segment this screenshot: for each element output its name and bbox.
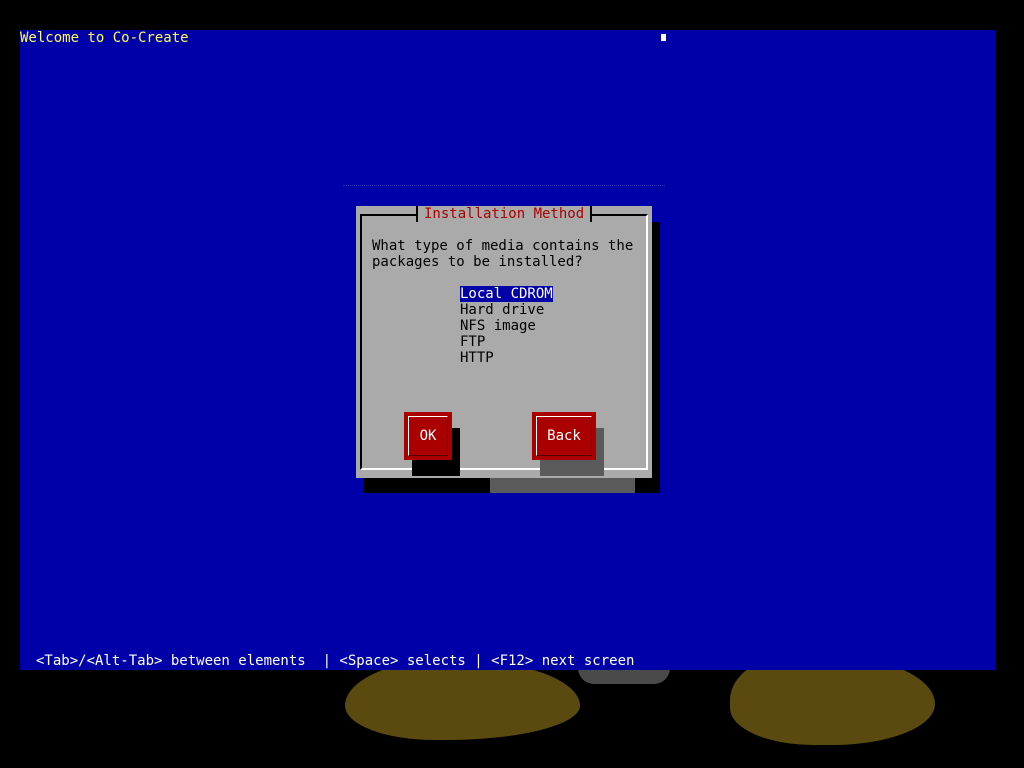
ok-button-label: OK	[419, 428, 437, 444]
method-item-ftp[interactable]: FTP	[460, 334, 580, 350]
method-list[interactable]: Local CDROM Hard drive NFS image FTP HTT…	[460, 286, 580, 366]
ok-button-face: OK	[408, 416, 448, 456]
ok-button[interactable]: OK	[404, 412, 452, 460]
back-button-face: Back	[536, 416, 592, 456]
method-label: Hard drive	[460, 302, 545, 318]
text-cursor	[661, 34, 666, 41]
method-label: FTP	[460, 334, 486, 350]
background-dither-line	[343, 185, 665, 188]
back-button-label: Back	[547, 428, 581, 444]
back-button[interactable]: Back	[532, 412, 596, 460]
screen-title: Welcome to Co-Create	[20, 30, 189, 46]
dialog-title: Installation Method	[416, 206, 593, 222]
mascot-left-foot	[345, 660, 580, 740]
method-item-local-cdrom[interactable]: Local CDROM	[460, 286, 580, 302]
installation-method-dialog: Installation Method What type of media c…	[356, 206, 652, 478]
method-item-http[interactable]: HTTP	[460, 350, 580, 366]
mascot-belly	[578, 668, 670, 684]
dialog-prompt: What type of media contains the packages…	[372, 238, 634, 270]
method-item-hard-drive[interactable]: Hard drive	[460, 302, 580, 318]
method-item-nfs-image[interactable]: NFS image	[460, 318, 580, 334]
keyboard-help-line: <Tab>/<Alt-Tab> between elements | <Spac…	[36, 653, 635, 669]
installer-screen: Welcome to Co-Create Installation Method…	[20, 30, 996, 670]
method-label: NFS image	[460, 318, 536, 334]
method-label: HTTP	[460, 350, 494, 366]
method-label: Local CDROM	[460, 286, 553, 302]
